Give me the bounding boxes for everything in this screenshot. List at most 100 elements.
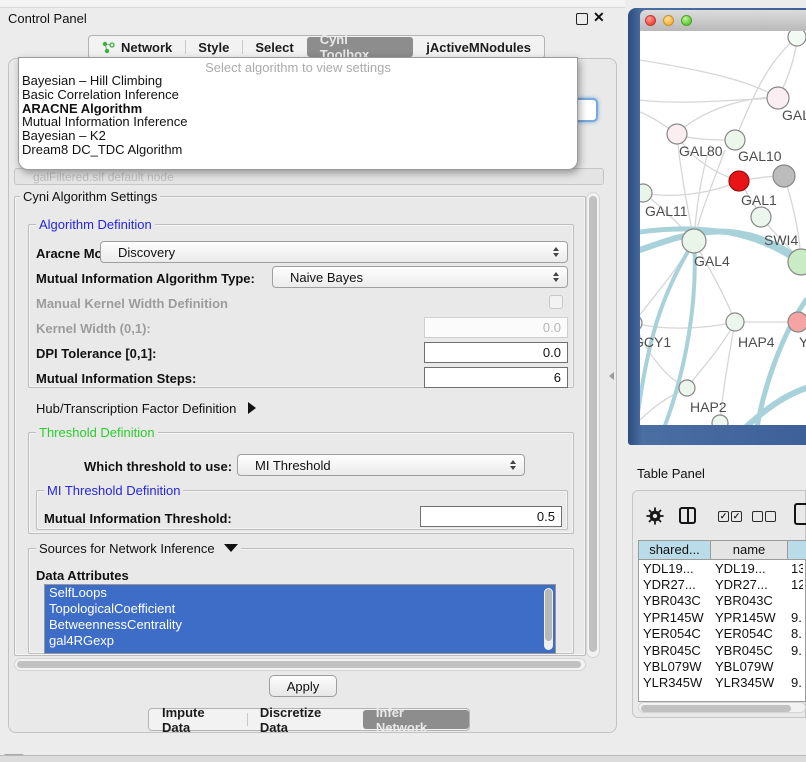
network-node[interactable] xyxy=(729,171,749,191)
table-cell: YBR045C xyxy=(639,643,711,658)
table-row[interactable]: YDR27...YDR27...12 xyxy=(639,576,806,592)
table-row[interactable]: YER054CYER054C8. xyxy=(639,626,806,642)
algorithm-option[interactable]: Bayesian – K2 xyxy=(19,129,577,143)
tab-cyni-toolbox[interactable]: Cyni Toolbox xyxy=(307,37,414,57)
float-panel-icon[interactable] xyxy=(576,13,588,25)
tab-jactivemnodules[interactable]: jActiveMNodules xyxy=(413,36,544,58)
mi-threshold-input[interactable]: 0.5 xyxy=(420,506,562,527)
network-node[interactable] xyxy=(726,313,744,331)
table-row[interactable]: YLR345WYLR345W9. xyxy=(639,675,806,689)
algorithm-popup-placeholder: Select algorithm to view settings xyxy=(19,58,577,74)
tab-style[interactable]: Style xyxy=(185,36,242,58)
table-cell: YER054C xyxy=(711,626,788,641)
network-node[interactable] xyxy=(667,124,687,144)
mi-type-label: Mutual Information Algorithm Type: xyxy=(36,271,255,286)
attribute-list-item[interactable]: SelfLoops xyxy=(45,585,555,601)
zoom-traffic-light-icon[interactable] xyxy=(681,15,692,26)
expanded-arrow-icon xyxy=(224,544,238,552)
network-canvas[interactable]: GALGAL80GAL10GAL1GAL11SWI4GAL4GCY1HAP4YH… xyxy=(640,31,806,425)
select-all-checks-icon[interactable]: ✓ xyxy=(731,511,742,522)
table-cell: YDR27... xyxy=(711,577,788,592)
app-root: Control Panel ✕ Network Style Select Cyn… xyxy=(0,0,806,762)
network-node[interactable] xyxy=(640,184,652,202)
network-node-label: GAL1 xyxy=(741,192,777,208)
kernel-width-input[interactable]: 0.0 xyxy=(424,317,568,338)
algorithm-option[interactable]: Basic Correlation Inference xyxy=(19,88,577,102)
network-node[interactable] xyxy=(640,315,642,331)
network-node[interactable] xyxy=(725,130,745,150)
column-header-clipped[interactable] xyxy=(788,541,806,560)
manual-kernel-checkbox[interactable] xyxy=(549,295,563,309)
settings-vscrollbar[interactable] xyxy=(586,192,600,658)
column-header-shared-name[interactable]: shared... xyxy=(639,541,711,560)
select-all-checks-icon[interactable]: ✓ xyxy=(718,511,729,522)
table-cell: 12 xyxy=(788,577,803,592)
algorithm-option[interactable]: Bayesian – Hill Climbing xyxy=(19,74,577,88)
network-node[interactable] xyxy=(767,87,789,109)
algorithm-option[interactable]: ARACNE Algorithm xyxy=(19,102,577,116)
sources-title-label: Sources for Network Inference xyxy=(39,541,215,556)
stepper-arrows-icon xyxy=(505,460,521,470)
network-node[interactable] xyxy=(679,380,695,396)
network-node-label: HAP4 xyxy=(738,334,775,350)
control-panel-title: Control Panel xyxy=(8,11,87,26)
deselect-all-checks-icon[interactable] xyxy=(765,511,776,522)
list-scrollbar[interactable] xyxy=(544,588,553,650)
settings-hscrollbar[interactable] xyxy=(14,658,586,671)
tab-discretize-data[interactable]: Discretize Data xyxy=(247,709,363,730)
algorithm-popup-list: Bayesian – Hill ClimbingBasic Correlatio… xyxy=(19,74,577,157)
network-node[interactable] xyxy=(712,415,728,425)
data-attributes-list[interactable]: SelfLoopsTopologicalCoefficientBetweenne… xyxy=(44,584,556,654)
attribute-list-item[interactable]: gal4RGexp xyxy=(45,633,555,649)
column-header-name[interactable]: name xyxy=(711,541,788,560)
document-icon[interactable] xyxy=(794,503,806,525)
deselect-all-checks-icon[interactable] xyxy=(752,511,763,522)
mi-type-combo[interactable]: Naive Bayes xyxy=(272,266,568,288)
tab-impute-data[interactable]: Impute Data xyxy=(149,709,247,730)
table-row[interactable]: YBR045CYBR045C9. xyxy=(639,642,806,658)
network-node[interactable] xyxy=(788,31,806,46)
minimize-traffic-light-icon[interactable] xyxy=(663,15,674,26)
table-row[interactable]: YBR043CYBR043C xyxy=(639,593,806,609)
tab-network[interactable]: Network xyxy=(89,36,185,58)
table-cell: YBR043C xyxy=(711,593,788,608)
mi-steps-input[interactable]: 6 xyxy=(424,367,568,388)
attribute-list-item[interactable]: BetweennessCentrality xyxy=(45,617,555,633)
table-cell: 9. xyxy=(788,675,803,689)
hub-definition-toggle[interactable]: Hub/Transcription Factor Definition xyxy=(36,401,256,416)
tab-select[interactable]: Select xyxy=(242,36,306,58)
which-threshold-value: MI Threshold xyxy=(238,458,505,473)
mi-threshold-group-title: MI Threshold Definition xyxy=(44,483,183,498)
gear-icon[interactable] xyxy=(646,507,664,530)
table-hscrollbar[interactable] xyxy=(638,702,806,713)
tab-label: jActiveMNodules xyxy=(426,40,531,55)
table-row[interactable]: YDL19...YDL19...13 xyxy=(639,560,806,576)
algorithm-option[interactable]: Mutual Information Inference xyxy=(19,115,577,129)
tab-label: Impute Data xyxy=(162,705,234,735)
aracne-mode-combo[interactable]: Discovery xyxy=(100,241,568,263)
dpi-tolerance-input[interactable]: 0.0 xyxy=(424,342,568,363)
attribute-list-item[interactable]: TopologicalCoefficient xyxy=(45,601,555,617)
hub-definition-label: Hub/Transcription Factor Definition xyxy=(36,401,236,416)
close-icon[interactable]: ✕ xyxy=(593,9,605,26)
table-row[interactable]: YPR145WYPR145W9. xyxy=(639,609,806,625)
obscured-row-text: galFiltered.sif default node xyxy=(33,170,174,184)
splitter-collapse-icon[interactable] xyxy=(609,372,614,380)
network-node[interactable] xyxy=(788,312,806,332)
split-columns-icon[interactable] xyxy=(679,507,696,524)
algorithm-option[interactable]: Dream8 DC_TDC Algorithm xyxy=(19,143,577,157)
network-node-label: HAP2 xyxy=(690,399,727,415)
which-threshold-combo[interactable]: MI Threshold xyxy=(237,454,525,476)
table-cell: YLR345W xyxy=(639,675,711,689)
table-cell: YDL19... xyxy=(639,561,711,576)
tab-infer-network[interactable]: Infer Network xyxy=(363,710,469,729)
sources-group-title[interactable]: Sources for Network Inference xyxy=(36,541,241,556)
network-node[interactable] xyxy=(751,207,771,227)
network-node[interactable] xyxy=(773,165,795,187)
window-top-strip xyxy=(0,0,625,8)
apply-button[interactable]: Apply xyxy=(269,675,337,697)
close-traffic-light-icon[interactable] xyxy=(645,15,656,26)
network-node[interactable] xyxy=(682,229,706,253)
table-row[interactable]: YBL079WYBL079W xyxy=(639,658,806,674)
network-window-titlebar[interactable] xyxy=(640,10,806,32)
